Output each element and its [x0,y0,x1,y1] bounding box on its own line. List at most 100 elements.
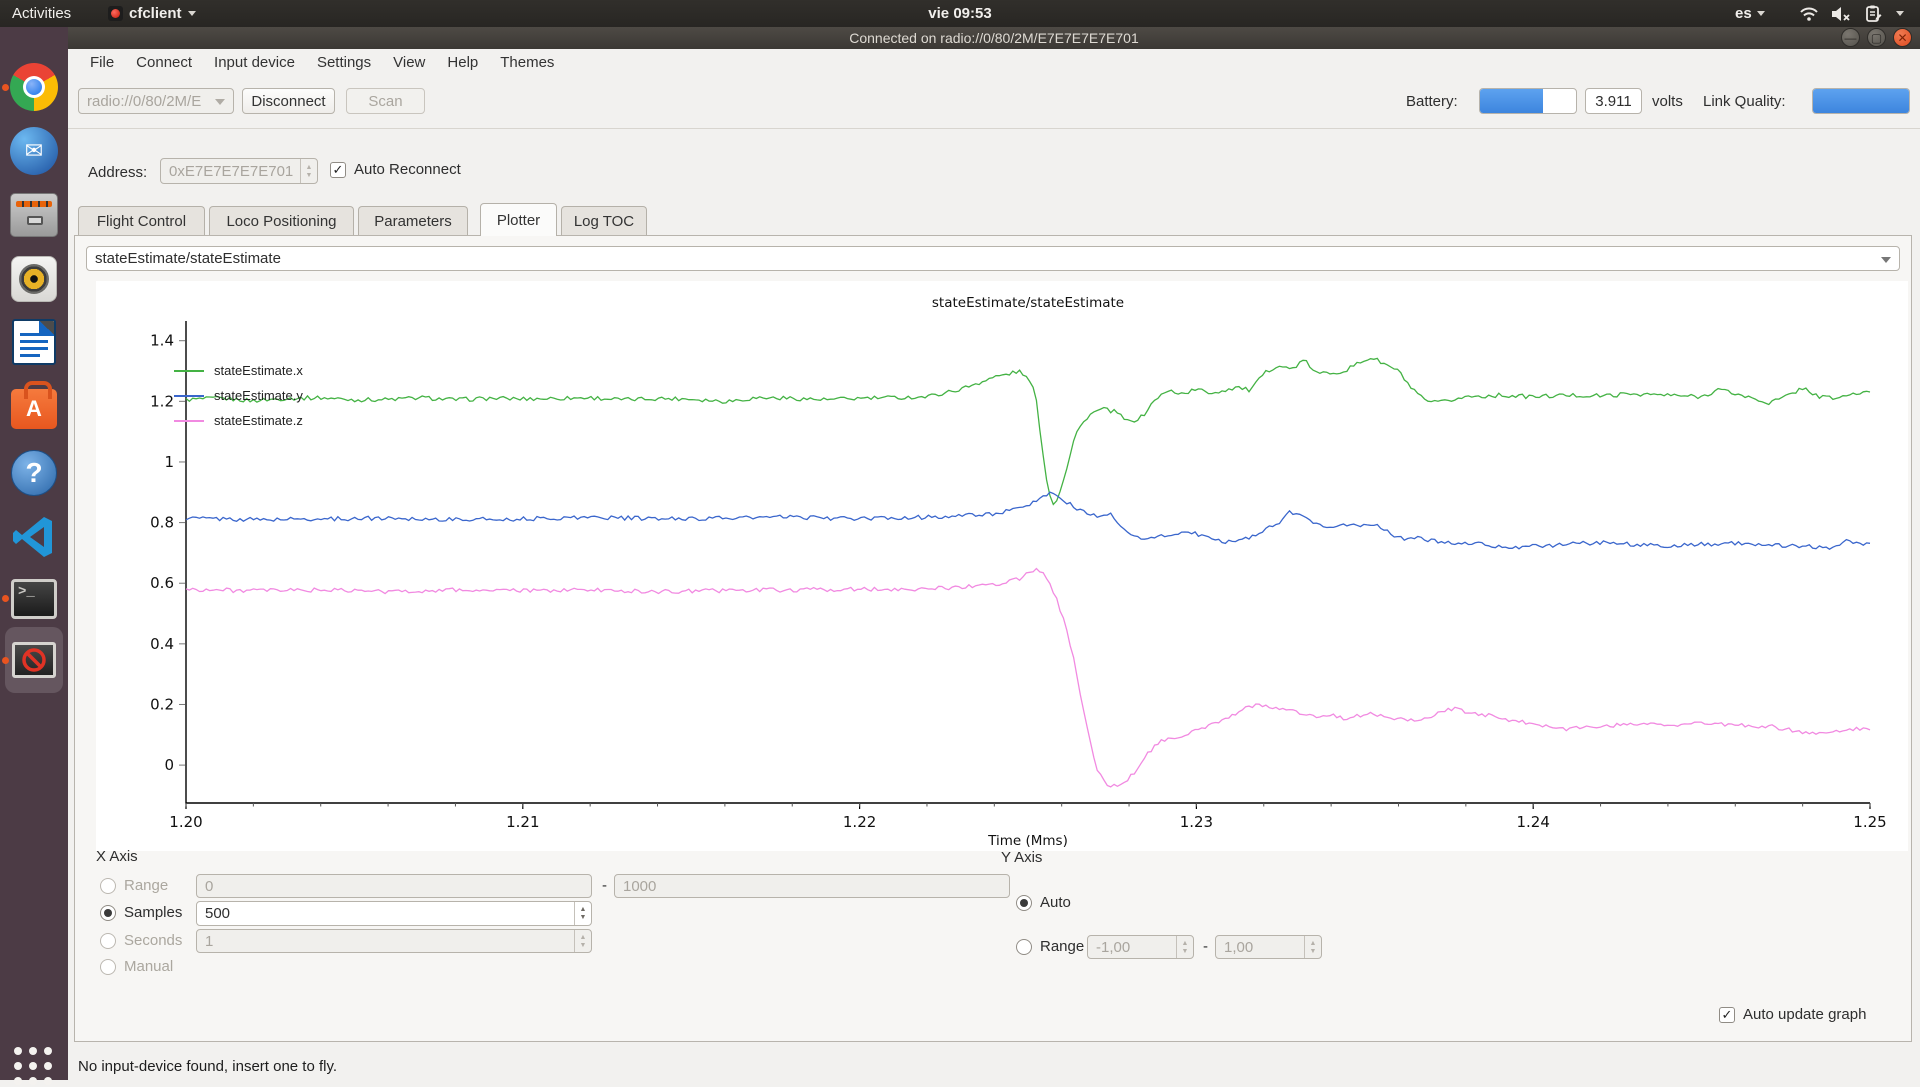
menu-themes[interactable]: Themes [490,51,564,74]
log-config-dropdown[interactable]: stateEstimate/stateEstimate [86,246,1900,271]
address-label: Address: [88,164,147,181]
range-separator: - [1203,938,1208,955]
dock-item-ubuntu-software[interactable]: A [10,383,58,431]
legend-entry: stateEstimate.z [174,408,303,433]
scan-button[interactable]: Scan [346,88,425,114]
dock-item-vscode[interactable] [10,513,58,561]
plot-svg: 00.20.40.60.811.21.41.201.211.221.231.24… [96,281,1908,851]
radio-icon [1016,939,1032,955]
dock-item-help[interactable]: ? [10,449,58,497]
svg-text:0.4: 0.4 [150,635,174,653]
ubuntu-software-icon: A [11,389,57,429]
chevron-down-icon [188,11,196,16]
x-range-to-field[interactable]: 1000 [614,874,1010,898]
dock-item-thunderbird[interactable]: ✉ [10,127,58,175]
running-indicator [2,595,9,602]
menu-connect[interactable]: Connect [126,51,202,74]
battery-progress [1479,88,1577,114]
y-range-from-spinbox[interactable]: -1,00 ▲▼ [1087,935,1194,959]
status-bar: No input-device found, insert one to fly… [68,1052,1920,1080]
svg-text:0: 0 [164,756,174,774]
address-spinbox[interactable]: 0xE7E7E7E7E701 ▲▼ [160,158,318,184]
auto-reconnect-checkbox[interactable]: Auto Reconnect [330,161,461,178]
tab-parameters[interactable]: Parameters [358,206,468,235]
clock[interactable]: vie 09:53 [0,0,1920,27]
connection-uri-combo[interactable]: radio://0/80/2M/E [78,88,234,114]
battery-voltage-value: 3.911 [1585,88,1642,114]
spinner-arrows-icon[interactable]: ▲▼ [300,159,317,183]
dock-item-rhythmbox[interactable] [10,255,58,303]
radio-icon [100,878,116,894]
x-samples-spinbox[interactable]: 500 ▲▼ [196,901,592,926]
link-quality-progress-fill [1813,89,1909,113]
close-button[interactable]: ✕ [1893,28,1912,47]
system-menu-button[interactable] [1896,0,1904,27]
dock-item-files[interactable] [10,191,58,239]
svg-text:1.24: 1.24 [1516,813,1549,831]
vscode-icon [10,513,58,561]
y-auto-radio[interactable]: Auto [1016,894,1071,911]
menu-file[interactable]: File [80,51,124,74]
legend-line-swatch [174,420,204,422]
menu-settings[interactable]: Settings [307,51,381,74]
menu-view[interactable]: View [383,51,435,74]
menu-input-device[interactable]: Input device [204,51,305,74]
y-range-radio[interactable]: Range [1016,938,1084,955]
spinner-arrows-icon[interactable]: ▲▼ [1304,936,1321,958]
tab-plotter[interactable]: Plotter [480,203,557,236]
legend-entry: stateEstimate.y [174,383,303,408]
auto-update-checkbox[interactable]: Auto update graph [1719,1006,1866,1023]
battery-status-icon[interactable] [1864,0,1882,27]
radio-selected-icon [1016,895,1032,911]
window-title-bar[interactable]: Connected on radio://0/80/2M/E7E7E7E7E70… [68,27,1920,49]
show-applications-button[interactable] [14,1047,54,1087]
x-range-from-field[interactable]: 0 [196,874,592,898]
legend-entry: stateEstimate.x [174,358,303,383]
wifi-icon[interactable] [1800,0,1818,27]
svg-text:stateEstimate/stateEstimate: stateEstimate/stateEstimate [932,295,1124,311]
link-quality-label: Link Quality: [1703,93,1786,110]
checkbox-check-icon [1719,1007,1735,1023]
minimize-button[interactable]: — [1841,28,1860,47]
dock-item-terminal[interactable]: >_ [10,575,58,623]
volume-muted-icon[interactable] [1831,0,1851,27]
y-range-to-spinbox[interactable]: 1,00 ▲▼ [1215,935,1322,959]
link-quality-progress [1812,88,1910,114]
help-icon: ? [11,450,57,496]
svg-text:Time (Mms): Time (Mms) [987,833,1068,849]
svg-text:0.2: 0.2 [150,695,174,713]
files-icon [10,193,58,237]
system-bar: Activities cfclient vie 09:53 es [0,0,1920,27]
spinner-arrows-icon[interactable]: ▲▼ [574,930,591,952]
legend-line-swatch [174,370,204,372]
keyboard-layout-indicator[interactable]: es [1735,0,1765,27]
dock-item-chrome[interactable] [10,63,58,111]
maximize-button[interactable]: ▢ [1867,28,1886,47]
chart-legend: stateEstimate.xstateEstimate.ystateEstim… [174,358,303,433]
chevron-down-icon [215,99,225,105]
svg-text:1.23: 1.23 [1180,813,1213,831]
x-samples-radio[interactable]: Samples [100,904,182,921]
spinner-arrows-icon[interactable]: ▲▼ [1176,936,1193,958]
activities-button[interactable]: Activities [12,0,71,27]
terminal-icon: >_ [11,579,57,619]
tab-loco-positioning[interactable]: Loco Positioning [209,206,354,235]
app-menu-button[interactable]: cfclient [108,0,196,27]
dock-item-cfclient[interactable] [12,642,60,690]
x-seconds-radio[interactable]: Seconds [100,932,182,949]
disconnect-button[interactable]: Disconnect [242,88,335,114]
legend-line-swatch [174,395,204,397]
dock-item-libreoffice-writer[interactable] [10,319,58,367]
tab-log-toc[interactable]: Log TOC [561,206,647,235]
x-manual-radio[interactable]: Manual [100,958,173,975]
svg-text:1.4: 1.4 [150,332,174,350]
chrome-icon [10,63,58,111]
x-range-radio[interactable]: Range [100,877,168,894]
cfclient-dock-icon [12,642,56,678]
tab-flight-control[interactable]: Flight Control [78,206,205,235]
libreoffice-writer-icon [12,319,56,365]
menu-help[interactable]: Help [437,51,488,74]
radio-icon [100,959,116,975]
x-seconds-spinbox[interactable]: 1 ▲▼ [196,929,592,953]
spinner-arrows-icon[interactable]: ▲▼ [574,902,591,925]
